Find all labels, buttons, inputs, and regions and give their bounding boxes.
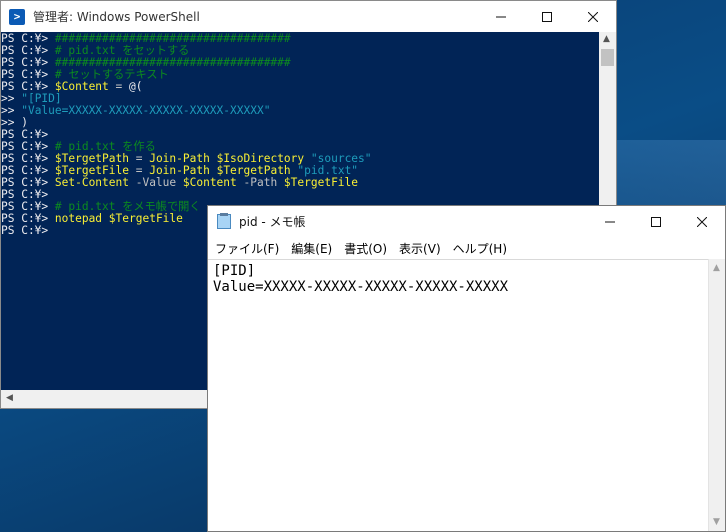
minimize-button[interactable] (587, 206, 633, 237)
scroll-up-arrow-icon[interactable]: ▲ (713, 263, 720, 273)
powershell-title: 管理者: Windows PowerShell (33, 10, 200, 24)
minimize-icon (605, 221, 615, 222)
console-token-cmd: notepad (54, 212, 103, 225)
console-token-prompt: PS C:¥> (1, 224, 49, 237)
console-line: >> ) (1, 117, 599, 129)
notepad-title: pid - メモ帳 (239, 215, 306, 229)
console-token-var: $Content (54, 80, 109, 93)
minimize-button[interactable] (478, 1, 524, 32)
minimize-icon (496, 16, 506, 17)
close-icon (588, 11, 598, 22)
console-token-op (102, 212, 109, 225)
menu-edit[interactable]: 編集(E) (285, 240, 338, 257)
console-token-var: $TergetFile (283, 176, 359, 189)
close-icon (697, 216, 707, 227)
notepad-text-area[interactable]: [PID] Value=XXXXX-XXXXX-XXXXX-XXXXX-XXXX… (208, 259, 708, 531)
scroll-up-arrow-icon[interactable]: ▲ (603, 34, 610, 44)
console-token-prompt: @( (129, 80, 143, 93)
maximize-button[interactable] (633, 206, 679, 237)
console-token-param: -Path (236, 176, 284, 189)
maximize-icon (651, 216, 661, 227)
close-button[interactable] (570, 1, 616, 32)
powershell-titlebar[interactable]: > 管理者: Windows PowerShell (1, 1, 616, 32)
notepad-menubar: ファイル(F) 編集(E) 書式(O) 表示(V) ヘルプ(H) (208, 237, 725, 259)
menu-file[interactable]: ファイル(F) (209, 240, 285, 257)
console-token-cmd: Set-Content (54, 176, 129, 189)
console-line: >> "Value=XXXXX-XXXXX-XXXXX-XXXXX-XXXXX" (1, 105, 599, 117)
notepad-titlebar[interactable]: pid - メモ帳 (208, 206, 725, 237)
maximize-icon (542, 11, 552, 22)
scroll-down-arrow-icon[interactable]: ▼ (713, 517, 720, 527)
notepad-vertical-scrollbar[interactable]: ▲ ▼ (708, 259, 725, 531)
notepad-icon (217, 213, 231, 229)
powershell-icon: > (9, 8, 25, 25)
menu-help[interactable]: ヘルプ(H) (447, 240, 513, 257)
scroll-left-arrow-icon[interactable]: ◀ (6, 393, 13, 403)
menu-view[interactable]: 表示(V) (393, 240, 447, 257)
notepad-window[interactable]: pid - メモ帳 ファイル(F) 編集(E) 書式(O) 表示(V) ヘルプ(… (207, 205, 726, 532)
menu-format[interactable]: 書式(O) (338, 240, 393, 257)
console-token-param: -Value (128, 176, 183, 189)
console-token-op: = (108, 80, 129, 93)
close-button[interactable] (679, 206, 725, 237)
maximize-button[interactable] (524, 1, 570, 32)
console-line: PS C:¥> Set-Content -Value $Content -Pat… (1, 177, 599, 189)
console-token-var: $TergetFile (108, 212, 183, 225)
console-token-var: $Content (182, 176, 237, 189)
console-token-str: "Value=XXXXX-XXXXX-XXXXX-XXXXX-XXXXX" (21, 104, 271, 117)
console-line: PS C:¥> $Content = @( (1, 81, 599, 93)
scrollbar-thumb[interactable] (601, 49, 614, 66)
